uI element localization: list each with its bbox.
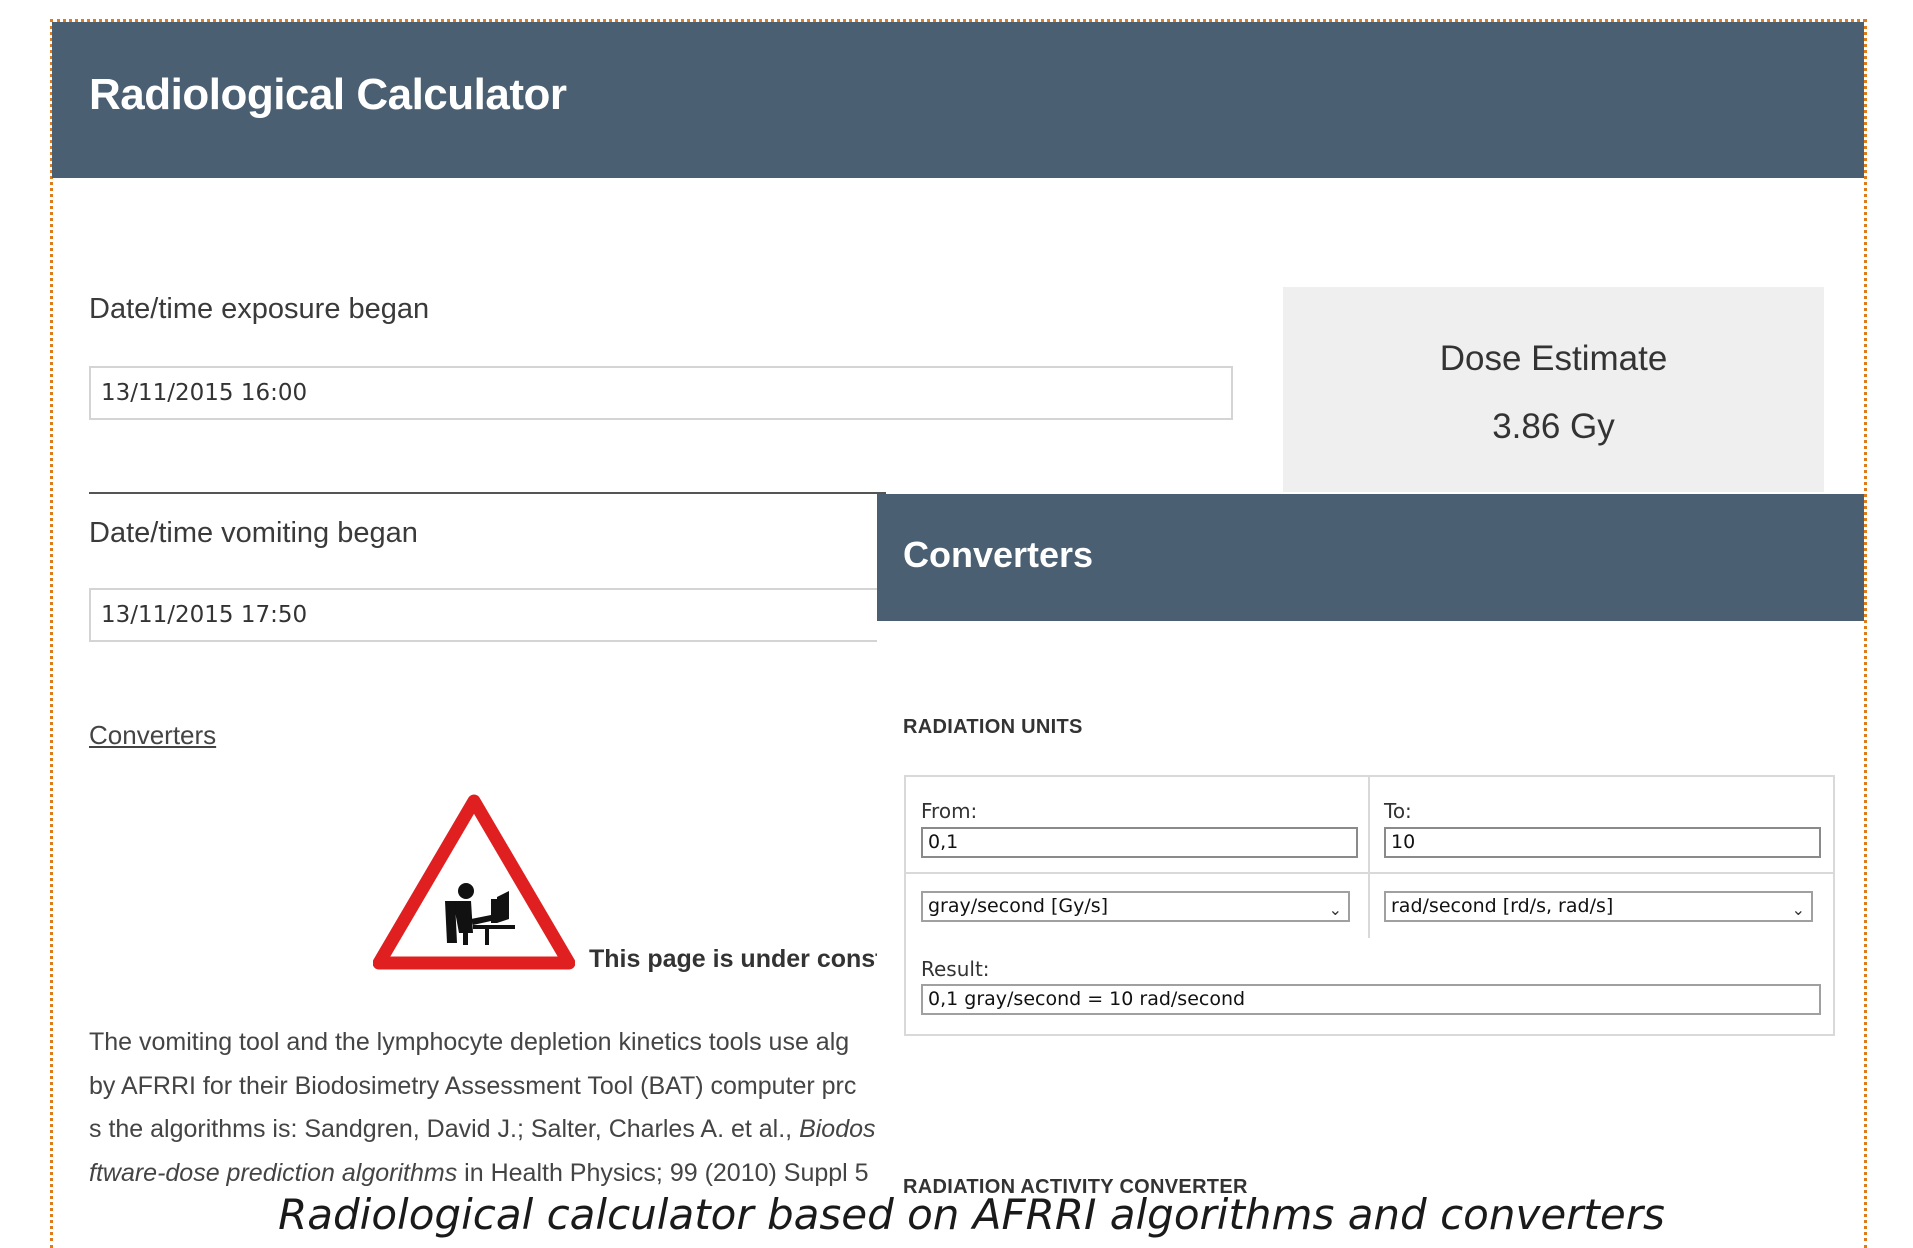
frame-right-border <box>1864 19 1867 1248</box>
radiation-units-converter: From: 0,1 To: 10 gray/second [Gy/s] ⌄ ra… <box>904 775 1835 1036</box>
section-divider <box>89 492 886 494</box>
reference-title-italic: Biodos <box>799 1115 876 1143</box>
dose-estimate-value: 3.86 Gy <box>1492 407 1615 446</box>
result-label: Result: <box>921 957 990 981</box>
chevron-down-icon: ⌄ <box>1791 900 1805 919</box>
construction-warning-sign-icon <box>373 794 575 970</box>
info-paragraph-line: by AFRRI for their Biodosimetry Assessme… <box>89 1072 857 1100</box>
from-label: From: <box>921 799 978 823</box>
calculator-title: Radiological Calculator <box>89 70 567 119</box>
from-unit-select[interactable]: gray/second [Gy/s] ⌄ <box>921 891 1350 922</box>
info-paragraph-text: s the algorithms is: Sandgren, David J.;… <box>89 1115 800 1143</box>
vomiting-label: Date/time vomiting began <box>89 517 418 549</box>
info-paragraph-line: ftware-dose prediction algorithms in Hea… <box>89 1159 869 1188</box>
table-column-divider <box>1368 777 1370 938</box>
reference-title-italic: ftware-dose prediction algorithms <box>89 1159 458 1187</box>
dose-estimate-title: Dose Estimate <box>1439 339 1668 378</box>
to-unit-selected: rad/second [rd/s, rad/s] <box>1391 895 1614 917</box>
table-row-divider <box>906 872 1833 874</box>
to-value-input[interactable]: 10 <box>1384 827 1821 858</box>
chevron-down-icon: ⌄ <box>1328 900 1342 919</box>
frame-left-border <box>50 19 53 1248</box>
under-construction-notice: This page is under constr <box>589 945 894 973</box>
exposure-datetime-input[interactable]: 13/11/2015 16:00 <box>89 366 1233 420</box>
from-unit-selected: gray/second [Gy/s] <box>928 895 1109 917</box>
info-paragraph-line: s the algorithms is: Sandgren, David J.;… <box>89 1115 876 1144</box>
info-paragraph-text: in Health Physics; 99 (2010) Suppl 5 <box>457 1159 869 1187</box>
info-paragraph-line: The vomiting tool and the lymphocyte dep… <box>89 1028 850 1056</box>
exposure-label: Date/time exposure began <box>89 293 430 325</box>
screenshot-stage: Radiological Calculator Date/time exposu… <box>0 0 1913 1248</box>
result-output[interactable]: 0,1 gray/second = 10 rad/second <box>921 984 1821 1015</box>
figure-caption: Radiological calculator based on AFRRI a… <box>278 1190 1665 1239</box>
vomiting-datetime-input[interactable]: 13/11/2015 17:50 <box>89 588 919 642</box>
converters-panel: Converters RADIATION UNITS From: 0,1 To:… <box>877 494 1864 1248</box>
converters-header: Converters <box>877 494 1864 621</box>
to-unit-select[interactable]: rad/second [rd/s, rad/s] ⌄ <box>1384 891 1813 922</box>
to-label: To: <box>1384 799 1412 823</box>
dose-estimate-box: Dose Estimate 3.86 Gy <box>1283 287 1824 492</box>
converters-title: Converters <box>903 534 1094 575</box>
radiation-units-heading: RADIATION UNITS <box>903 716 1083 738</box>
converters-link[interactable]: Converters <box>89 720 216 751</box>
from-value-input[interactable]: 0,1 <box>921 827 1358 858</box>
